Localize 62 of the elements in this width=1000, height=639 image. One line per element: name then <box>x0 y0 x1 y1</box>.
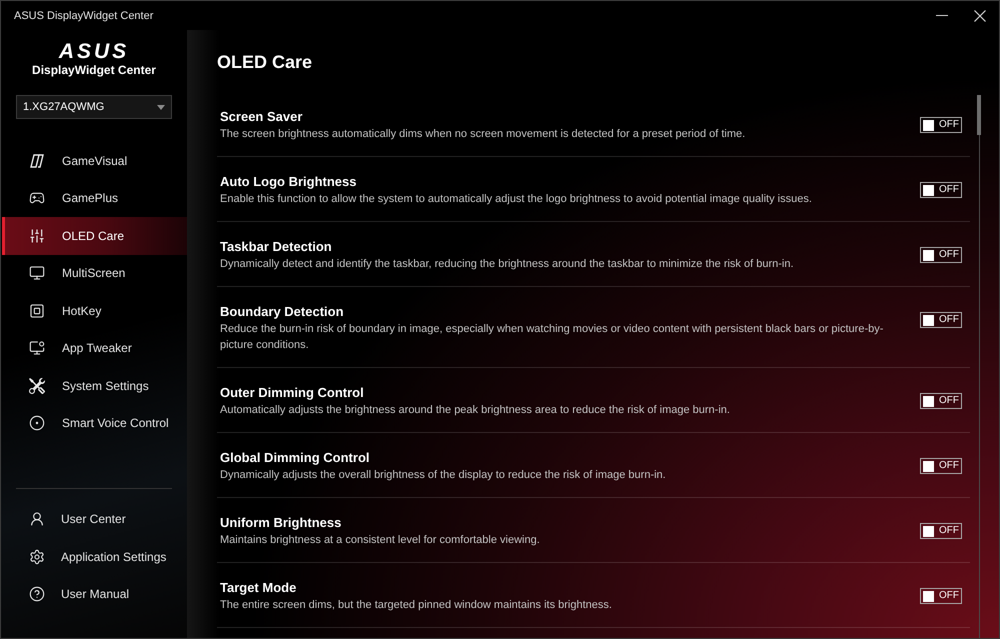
knob-icon <box>923 590 934 602</box>
setting-description: The entire screen dims, but the targeted pinned window maintains its brightness. <box>220 598 613 613</box>
logo: ASUS <box>58 43 130 61</box>
setting-description: Maintains brightness at a consistent level for comfortable viewing. <box>220 533 541 548</box>
person-icon <box>29 511 45 528</box>
nav-item[interactable]: GameVisual <box>2 142 187 180</box>
page-title: OLED Care <box>217 51 314 74</box>
setting-title: Boundary Detection <box>220 303 345 321</box>
nav-item[interactable]: OLED Care <box>2 217 187 254</box>
sliders-icon <box>29 228 45 244</box>
setting-title: Uniform Brightness <box>220 514 342 532</box>
nav-item[interactable]: App Tweaker <box>2 330 187 367</box>
setting-title: Auto Logo Brightness <box>220 173 358 191</box>
nav-item[interactable]: Smart Voice Control <box>2 404 187 442</box>
minimize-icon <box>936 15 948 16</box>
setting-description: Dynamically adjusts the overall brightness of the display to reduce the risk of image burn-in. <box>220 468 667 483</box>
tools-icon <box>29 378 45 394</box>
scrollbar-thumb[interactable] <box>977 95 981 135</box>
toggle-switch[interactable]: OFF <box>920 523 962 539</box>
toggle-switch[interactable]: OFF <box>920 393 962 409</box>
monitor-icon <box>29 265 45 282</box>
knob-icon <box>923 460 934 472</box>
nav-item[interactable]: GamePlus <box>2 180 187 217</box>
toggle-switch[interactable]: OFF <box>920 458 962 474</box>
knob-icon <box>923 250 934 260</box>
close-icon <box>974 10 986 22</box>
setting-title: Target Mode <box>220 579 298 597</box>
setting-description: Enable this function to allow the system to automatically adjust the logo brightness to avoid potential image quality issues. <box>220 192 813 207</box>
nav-item[interactable]: System Settings <box>2 367 187 404</box>
knob-icon <box>923 184 934 196</box>
knob-icon <box>923 396 934 406</box>
setting-title: Screen Saver <box>220 108 304 126</box>
knob-icon <box>923 120 934 130</box>
knob-icon <box>923 526 934 536</box>
setting-description: Reduce the burn-in risk of boundary in image, especially when watching movies or video content with persistent black bars or picture-by-picture conditions. <box>220 322 884 353</box>
toggle-switch[interactable]: OFF <box>920 588 962 604</box>
nav-item[interactable]: HotKey <box>2 292 187 330</box>
nav-item[interactable]: MultiScreen <box>2 254 187 292</box>
knob-icon <box>923 314 934 326</box>
footer-nav-item[interactable]: User Manual <box>2 576 187 613</box>
square-in-square-icon <box>29 302 45 319</box>
toggle-switch[interactable]: OFF <box>920 117 962 133</box>
help-icon <box>29 586 45 602</box>
monitor-dropdown[interactable]: 1.XG27AQWMG <box>16 95 172 119</box>
setting-title: Global Dimming Control <box>220 449 370 467</box>
monitor-dot-icon <box>29 340 45 356</box>
footer-nav-item[interactable]: User Center <box>2 500 187 538</box>
setting-title: Outer Dimming Control <box>220 384 365 402</box>
slanted-cards-icon <box>29 152 45 169</box>
setting-title: Taskbar Detection <box>220 238 333 256</box>
setting-description: Dynamically detect and identify the taskbar, reducing the brightness around the taskbar to minimize the risk of burn-in. <box>220 257 795 272</box>
setting-description: Automatically adjusts the brightness around the peak brightness area to reduce the risk of image burn-in. <box>220 403 731 418</box>
window-title: ASUS DisplayWidget Center <box>14 8 154 22</box>
caret-icon <box>157 104 165 110</box>
setting-description: The screen brightness automatically dims when no screen movement is detected for a preset period of time. <box>220 127 746 142</box>
toggle-switch[interactable]: OFF <box>920 182 962 198</box>
toggle-switch[interactable]: OFF <box>920 247 962 263</box>
footer-nav-item[interactable]: Application Settings <box>2 538 187 576</box>
toggle-switch[interactable]: OFF <box>920 312 962 328</box>
settings-icon <box>29 548 45 565</box>
circle-dot-icon <box>29 415 45 432</box>
app-name: DisplayWidget Center <box>32 62 156 78</box>
